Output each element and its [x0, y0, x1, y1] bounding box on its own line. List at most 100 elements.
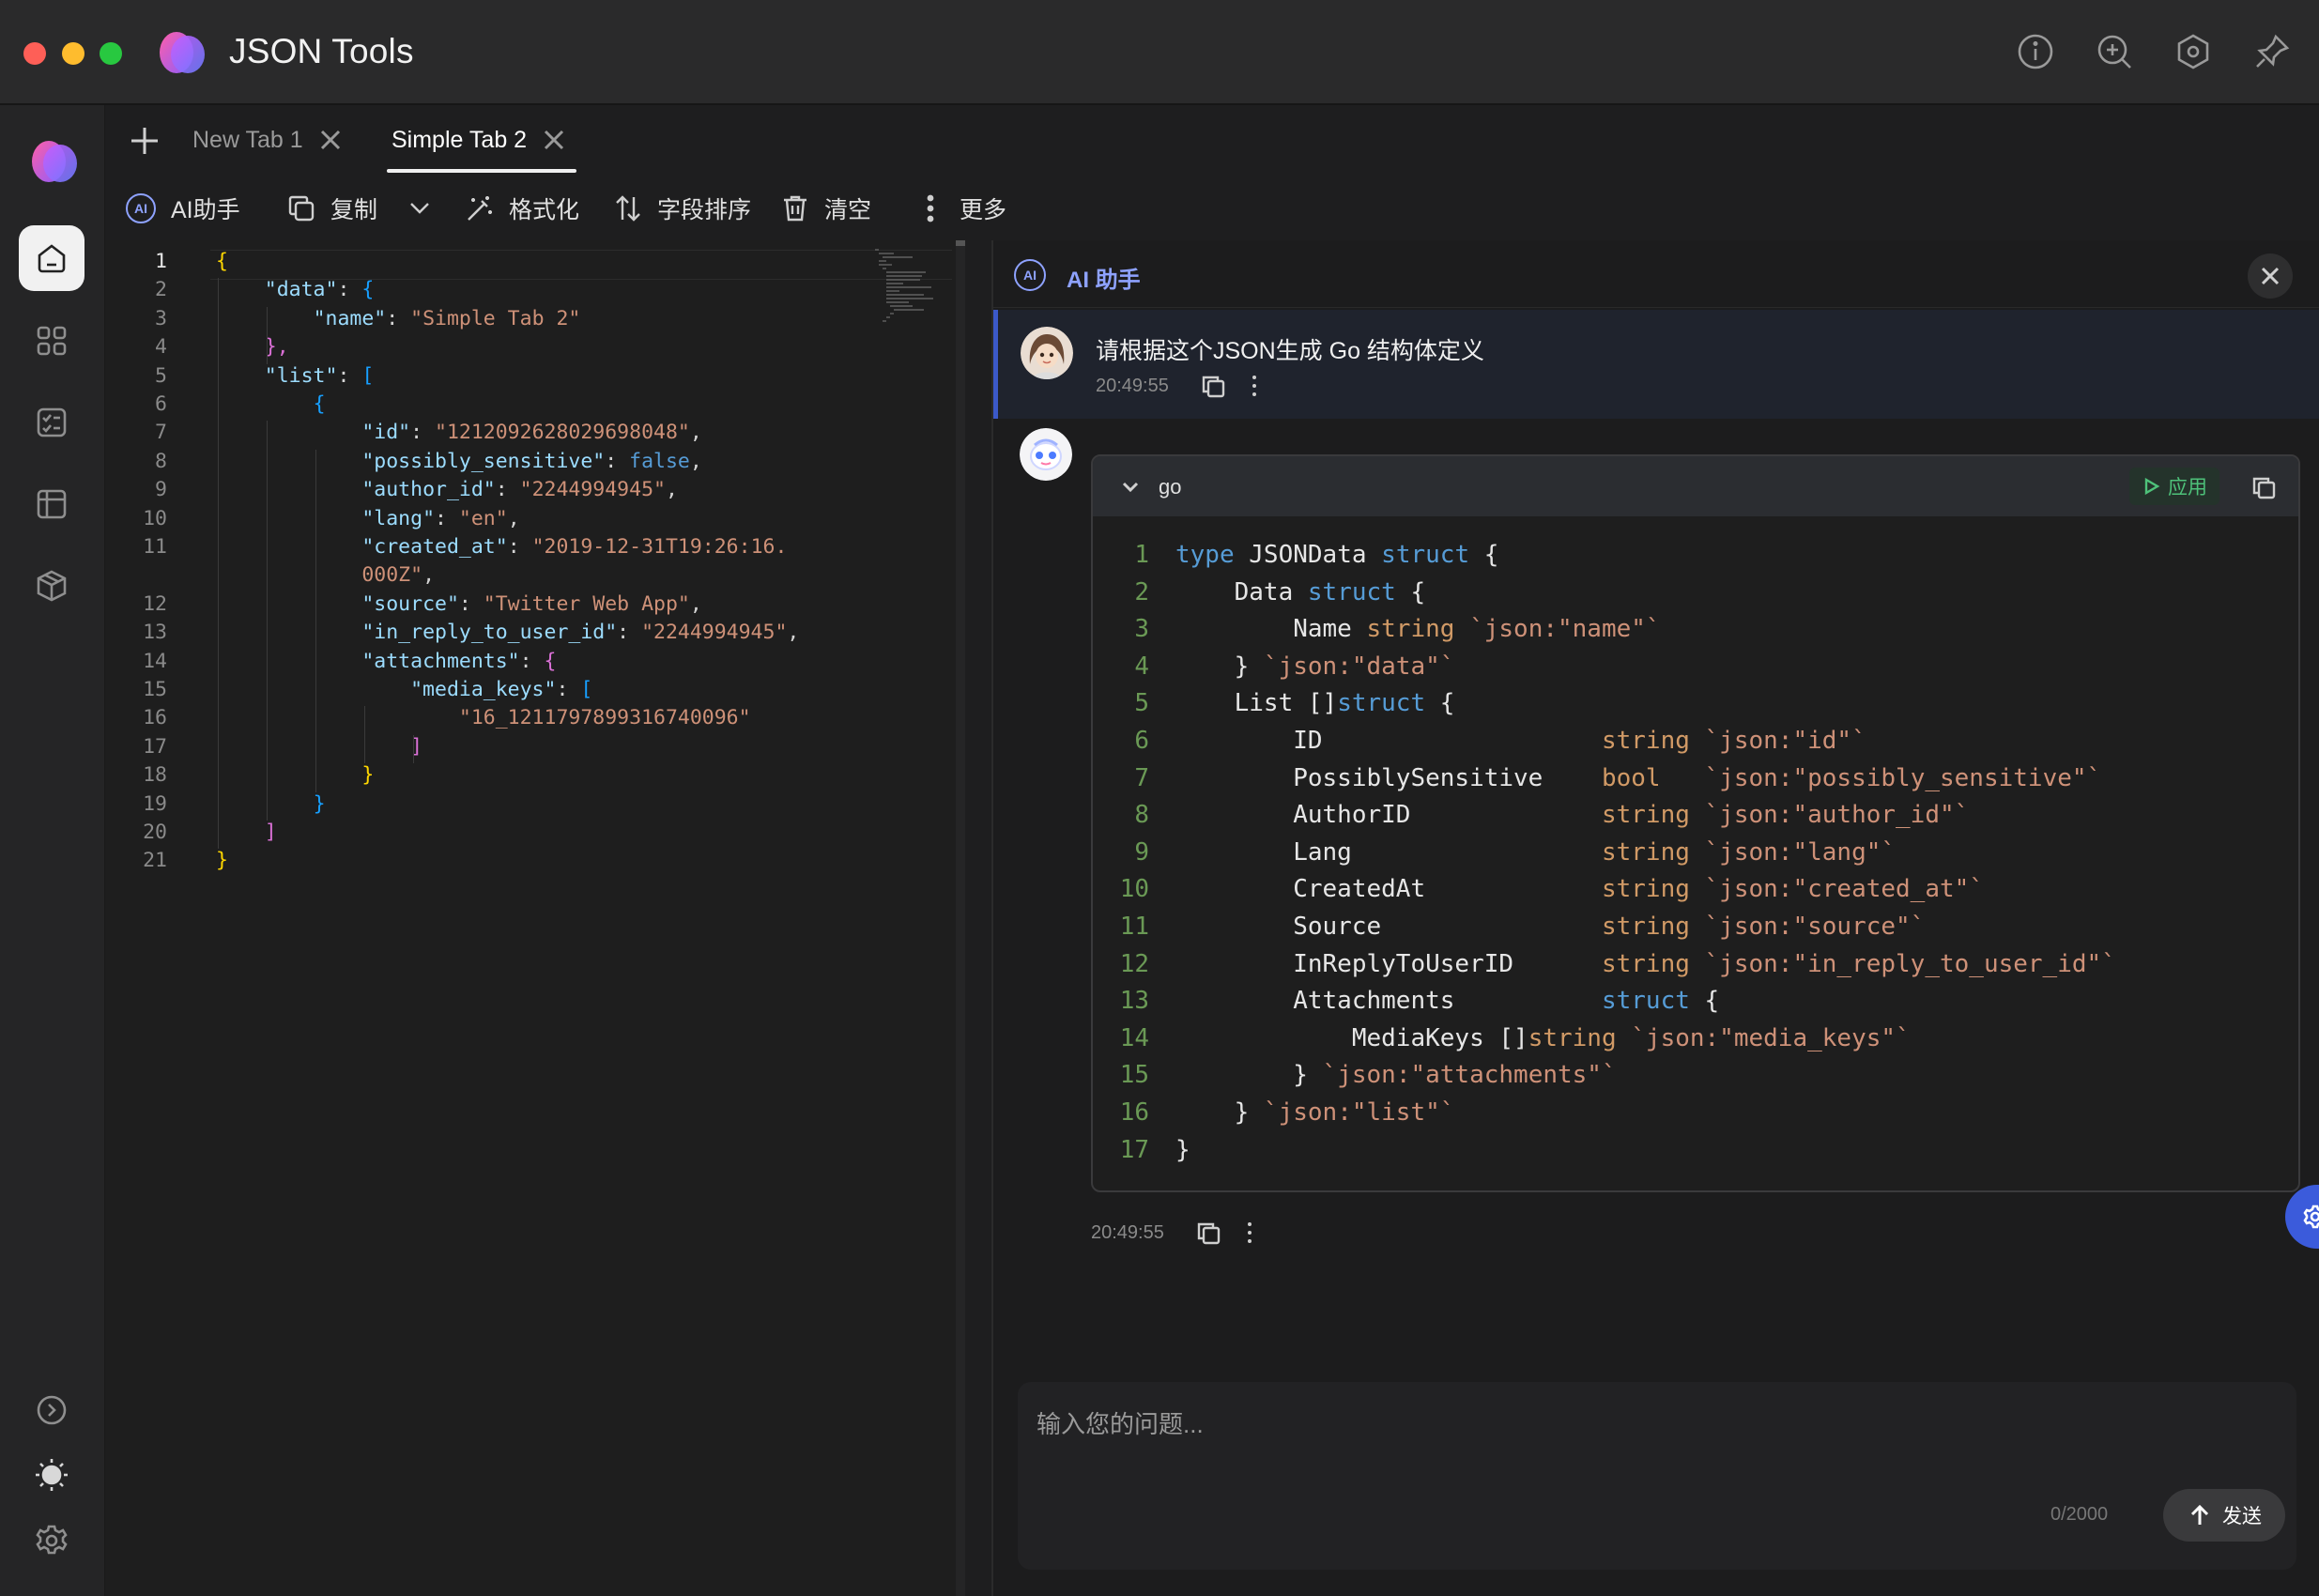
tab-simple-tab-2[interactable]: Simple Tab 2	[392, 105, 566, 175]
nav-expand[interactable]	[19, 1377, 84, 1443]
question-input[interactable]	[1037, 1401, 2163, 1448]
format-button[interactable]: 格式化	[464, 188, 579, 229]
punct: :	[507, 535, 532, 559]
go-line-number: 9	[1134, 837, 1149, 867]
trash-icon	[784, 195, 806, 222]
clear-button[interactable]: 清空	[779, 188, 871, 229]
json-key: "id"	[361, 421, 411, 445]
ai-badge-icon: AI	[1014, 259, 1046, 291]
current-line-highlight	[210, 250, 952, 280]
ai-assistant-panel: AI AI 助手 请根据这个JSON生成 Go 结构体定义 20:49:55 g…	[991, 240, 2319, 1596]
punct: :	[605, 449, 630, 473]
json-string: "en"	[458, 506, 508, 530]
punct: ,	[689, 449, 702, 473]
nav-settings[interactable]	[19, 1508, 84, 1573]
reply-more-button[interactable]	[1236, 1219, 1264, 1247]
close-tab-button[interactable]	[542, 128, 566, 152]
ai-assistant-label: AI助手	[171, 197, 240, 223]
add-tab-button[interactable]	[124, 120, 165, 161]
punct: :	[556, 678, 581, 701]
ai-assistant-button[interactable]: AI AI助手	[126, 188, 240, 229]
code-line: {	[216, 250, 228, 273]
json-boolean: false	[629, 449, 690, 473]
info-icon[interactable]	[2015, 31, 2056, 72]
code-line: ]	[216, 735, 422, 759]
bracket: {	[544, 649, 557, 673]
punct: ,	[689, 591, 702, 616]
go-code-line: } `json:"attachments"`	[1175, 1061, 1617, 1090]
close-window-button[interactable]	[23, 42, 46, 65]
json-key: "source"	[361, 591, 459, 616]
zoom-in-icon[interactable]	[2094, 31, 2135, 72]
json-editor[interactable]: 1 2 3 4 5 6 7 8 9 10 11 12 13 14 15 16 17 18 19 20 21 { "dat…	[105, 240, 965, 1596]
sort-fields-button[interactable]: 字段排序	[612, 188, 751, 229]
tab-label: Simple Tab 2	[392, 126, 528, 153]
more-button[interactable]: 更多	[914, 188, 1006, 229]
punct: :	[337, 278, 362, 302]
line-number: 21	[143, 849, 167, 873]
close-ai-panel-button[interactable]	[2248, 253, 2293, 299]
gear-icon	[2303, 1205, 2319, 1229]
go-code-line: Attachments struct {	[1175, 987, 1720, 1016]
user-message-time: 20:49:55	[1096, 376, 1169, 396]
indent-guide	[267, 421, 268, 821]
line-number: 10	[143, 506, 167, 530]
minimap[interactable]	[866, 244, 950, 329]
expand-icon	[37, 1395, 67, 1425]
editor-scrollbar[interactable]	[956, 240, 965, 1596]
json-key: "media_keys"	[410, 678, 557, 701]
nav-home[interactable]	[19, 225, 84, 291]
play-icon	[2144, 477, 2160, 496]
nav-table[interactable]	[19, 471, 84, 537]
go-code-line: type JSONData struct {	[1175, 541, 1499, 569]
nav-theme[interactable]	[19, 1442, 84, 1508]
bracket: },	[264, 335, 289, 360]
left-nav	[0, 105, 105, 1596]
settings-hex-icon[interactable]	[2173, 31, 2214, 72]
line-number: 14	[143, 649, 167, 673]
json-key: "possibly_sensitive"	[361, 449, 606, 473]
nav-logo-icon[interactable]	[30, 139, 79, 184]
copy-code-button[interactable]	[2250, 473, 2278, 501]
go-line-number: 2	[1134, 577, 1149, 606]
send-button[interactable]: 发送	[2163, 1489, 2285, 1542]
punct: ,	[689, 421, 702, 445]
apply-code-button[interactable]: 应用	[2129, 468, 2219, 505]
tab-new-tab-1[interactable]: New Tab 1	[192, 105, 343, 175]
nav-apps[interactable]	[19, 308, 84, 374]
editor-scrollbar-thumb[interactable]	[956, 240, 965, 246]
pin-icon[interactable]	[2251, 31, 2293, 72]
copy-dropdown-button[interactable]	[404, 188, 449, 229]
line-number: 7	[155, 421, 167, 445]
message-more-button[interactable]	[1240, 372, 1268, 400]
line-number-gutter: 1 2 3 4 5 6 7 8 9 10 11 12 13 14 15 16 17 18 19 20 21	[105, 240, 208, 1596]
copy-icon	[1202, 376, 1225, 398]
punct: :	[617, 621, 642, 645]
code-line: }	[216, 849, 228, 872]
magic-wand-icon	[468, 196, 492, 221]
plus-icon	[131, 128, 158, 154]
minimize-window-button[interactable]	[62, 42, 84, 65]
copy-reply-button[interactable]	[1194, 1219, 1222, 1247]
close-tab-button[interactable]	[318, 128, 343, 152]
code-line: 000Z",	[216, 563, 435, 587]
maximize-window-button[interactable]	[100, 42, 122, 65]
punct: :	[386, 306, 411, 330]
bot-avatar	[1020, 428, 1072, 481]
package-icon	[37, 570, 67, 602]
line-number: 16	[143, 706, 167, 730]
json-key: "in_reply_to_user_id"	[361, 621, 618, 645]
copy-button[interactable]: 复制	[285, 188, 377, 229]
line-number: 13	[143, 621, 167, 645]
indent-guide	[315, 449, 316, 792]
nav-checklist[interactable]	[19, 390, 84, 455]
collapse-code-button[interactable]	[1119, 475, 1142, 498]
nav-package[interactable]	[19, 553, 84, 619]
punct: ,	[507, 506, 520, 530]
go-line-number: 10	[1119, 875, 1149, 904]
tab-bar: New Tab 1 Simple Tab 2	[105, 105, 2319, 178]
copy-message-button[interactable]	[1199, 372, 1227, 400]
line-number: 2	[155, 278, 167, 302]
go-line-number: 3	[1134, 615, 1149, 644]
go-code-block: go 应用 1 type JSONData struct {2 Data stru…	[1091, 454, 2300, 1192]
